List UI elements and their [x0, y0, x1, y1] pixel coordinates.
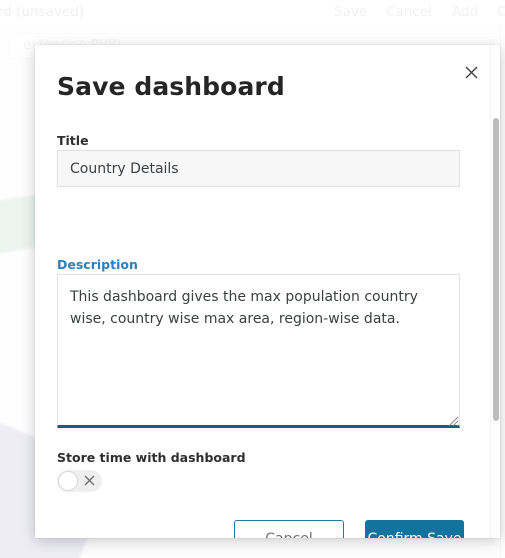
- store-time-label: Store time with dashboard: [57, 450, 246, 465]
- title-input[interactable]: [57, 150, 460, 187]
- description-field-label: Description: [57, 257, 138, 272]
- modal-scrollbar-thumb[interactable]: [493, 118, 499, 421]
- toggle-knob: [58, 471, 78, 491]
- cancel-button[interactable]: Cancel: [234, 520, 344, 538]
- save-dashboard-modal: Save dashboard Title Description Store t…: [35, 45, 500, 538]
- store-time-toggle[interactable]: [57, 470, 102, 492]
- close-icon[interactable]: [460, 61, 482, 83]
- title-field-label: Title: [57, 133, 89, 148]
- x-icon: [82, 473, 97, 488]
- description-input[interactable]: [57, 274, 460, 428]
- modal-scrollbar[interactable]: [490, 45, 500, 538]
- confirm-save-button[interactable]: Confirm Save: [365, 520, 464, 538]
- modal-body: Title Description Store time with dashbo…: [35, 121, 500, 538]
- page-title: Save dashboard: [57, 72, 285, 101]
